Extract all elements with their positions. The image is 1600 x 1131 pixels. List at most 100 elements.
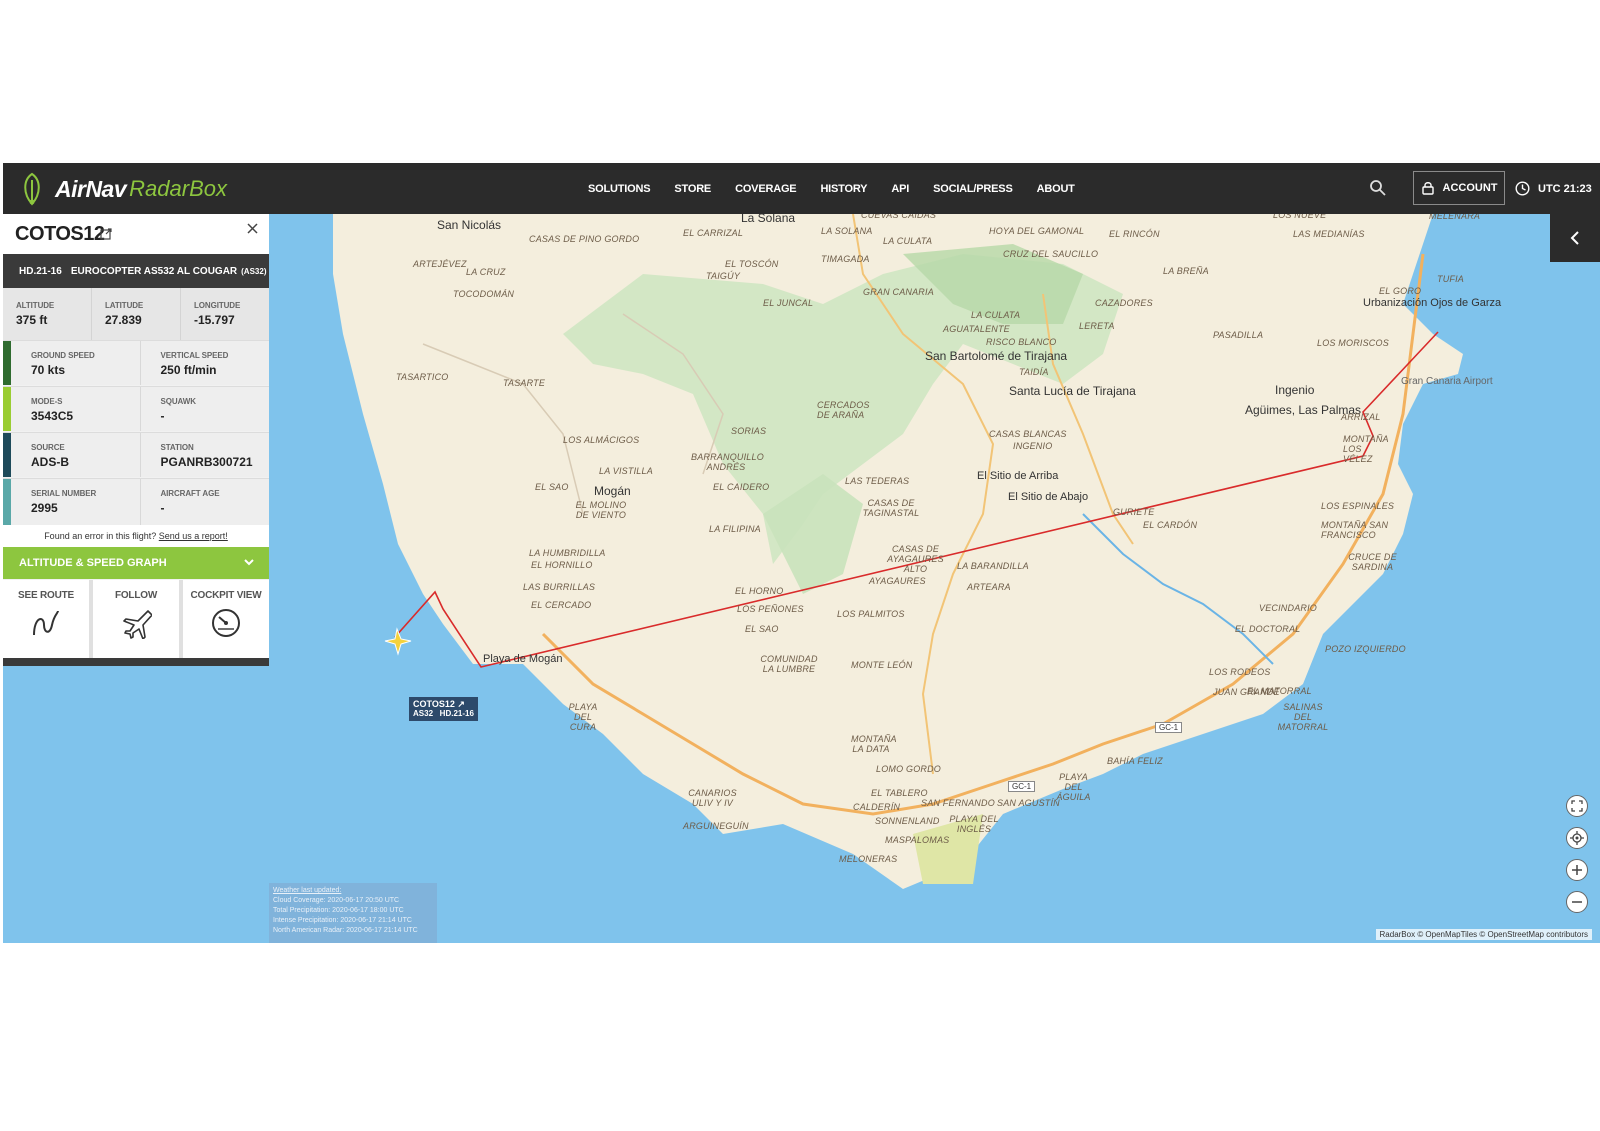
flight-label[interactable]: COTOS12 ↗ AS32 HD.21-16 [409,697,478,721]
nav-solutions[interactable]: SOLUTIONS [588,183,651,195]
serial-number-cell: SERIAL NUMBER 2995 [11,479,140,526]
place-label: Meloneras [839,854,898,864]
place-label: El Matorral [1247,686,1312,696]
chevron-down-icon [244,559,254,566]
squawk-cell: SQUAWK - [139,387,270,431]
place-label: Pasadilla [1213,330,1264,340]
place-label: Casas de Taginastal [862,498,920,518]
aircraft-type[interactable]: EUROCOPTER AS532 AL COUGAR [71,266,237,277]
place-label: La Vistilla [599,466,653,476]
squawk-label: SQUAWK [160,397,197,406]
follow-label: FOLLOW [114,590,158,601]
vertical-speed-label: VERTICAL SPEED [160,351,229,360]
place-label: El Doctoral [1235,624,1301,634]
vertical-speed-cell: VERTICAL SPEED 250 ft/min [139,341,270,385]
town-label: San Nicolás [437,218,502,232]
altitude-cell: ALTITUDE 375 ft [3,288,92,340]
weather-line: North American Radar: 2020-06-17 21:14 U… [273,927,418,934]
road-badge: GC-1 [1008,781,1036,792]
altitude-speed-graph-toggle[interactable]: ALTITUDE & SPEED GRAPH [3,547,269,579]
road-badge: GC-1 [1155,722,1183,733]
nav-about[interactable]: ABOUT [1037,183,1075,195]
place-label: Casas de Ayagaures Alto [887,544,944,574]
collapse-panel-button[interactable] [1550,214,1600,262]
error-report-link[interactable]: Send us a report! [159,531,228,541]
town-label: El Sitio de Arriba [977,470,1059,482]
flight-label-details: AS32 HD.21-16 [413,709,474,718]
zoom-out-button[interactable] [1566,891,1588,913]
place-label: Cercados de Araña [817,400,870,420]
row-accent [3,387,11,431]
town-label: Mogán [594,484,631,498]
top-navbar: AirNav RadarBox SOLUTIONS STORE COVERAGE… [3,163,1600,214]
place-label: Tasarte [503,378,546,388]
weather-line: Total Precipitation: 2020-06-17 18:00 UT… [273,907,404,914]
place-label: Timagada [821,254,870,264]
place-label: Calderín [853,802,901,812]
aircraft-age-cell: AIRCRAFT AGE - [139,479,270,526]
zoom-in-icon [1572,865,1582,875]
place-label: Cazadores [1095,298,1153,308]
place-label: La Cruz [466,267,506,277]
see-route-button[interactable]: SEE ROUTE [3,580,89,658]
graph-label: ALTITUDE & SPEED GRAPH [19,557,167,569]
place-label: Risco Blanco [986,337,1057,347]
nav-store[interactable]: STORE [674,183,711,195]
map-attribution: RadarBox © OpenMapTiles © OpenStreetMap … [1375,929,1592,940]
longitude-value: -15.797 [194,313,235,327]
radar-logo-icon [24,172,40,206]
place-label: El Goro [1379,286,1422,296]
town-label: Playa de Mogán [483,653,563,665]
flight-label-callsign: COTOS12 ↗ [413,699,465,709]
altitude-value: 375 ft [16,313,48,327]
mode-s-value: 3543C5 [31,409,74,423]
brand-logo[interactable]: AirNav RadarBox [17,171,227,207]
account-button[interactable]: ACCOUNT [1413,171,1505,205]
aircraft-age-label: AIRCRAFT AGE [160,489,220,498]
place-label: La Filipina [709,524,761,534]
nav-social-press[interactable]: SOCIAL/PRESS [933,183,1013,195]
utc-clock: UTC 21:23 [1515,163,1592,214]
nav-api[interactable]: API [891,183,909,195]
gauge-icon [212,609,240,637]
radarbox-app: San Bartolomé de Tirajana Santa Lucía de… [3,163,1600,943]
place-label: Cruce de Sardina [1348,552,1397,572]
place-label: Taidía [1019,367,1049,377]
see-route-label: SEE ROUTE [18,590,74,601]
follow-button[interactable]: FOLLOW [93,580,179,658]
aircraft-registration[interactable]: HD.21-16 [19,266,62,277]
locate-button[interactable] [1566,827,1588,849]
source-cell: SOURCE ADS-B [11,433,140,477]
place-label: Los Peñones [737,604,804,614]
close-icon [247,223,258,234]
place-label: El Sao [535,482,569,492]
weather-line: Cloud Coverage: 2020-06-17 20:50 UTC [273,897,400,904]
nav-coverage[interactable]: COVERAGE [735,183,797,195]
latitude-value: 27.839 [105,313,142,327]
close-panel-button[interactable] [247,219,258,239]
flight-actions: SEE ROUTE FOLLOW COCKPIT VIEW [3,580,269,658]
place-label: La Humbridilla [529,548,606,558]
place-label: Gran Canaria [863,287,934,297]
utc-time: UTC 21:23 [1538,182,1592,195]
station-value[interactable]: PGANRB300721 [161,455,270,469]
place-label: Playa del Inglés [949,814,999,834]
search-button[interactable] [1369,179,1389,199]
place-label: Tocodomán [453,289,515,299]
vertical-speed-value: 250 ft/min [160,363,217,377]
error-report-line: Found an error in this flight? Send us a… [3,525,269,547]
nav-history[interactable]: HISTORY [820,183,867,195]
chevron-left-icon [1570,231,1579,245]
fullscreen-button[interactable] [1566,795,1588,817]
place-label: Playa del Cura [568,702,598,732]
cockpit-view-button[interactable]: COCKPIT VIEW [183,580,269,658]
place-label: Las Tederas [845,476,910,486]
longitude-label: LONGITUDE [194,301,241,310]
zoom-in-button[interactable] [1566,859,1588,881]
place-label: Artejévez [413,259,467,269]
serial-row: SERIAL NUMBER 2995 AIRCRAFT AGE - [3,478,269,526]
external-link-icon[interactable] [100,228,112,240]
place-label: La Breña [1163,266,1209,276]
weather-link[interactable]: Weather last updated: [273,886,433,896]
user-lock-icon [1421,182,1434,195]
